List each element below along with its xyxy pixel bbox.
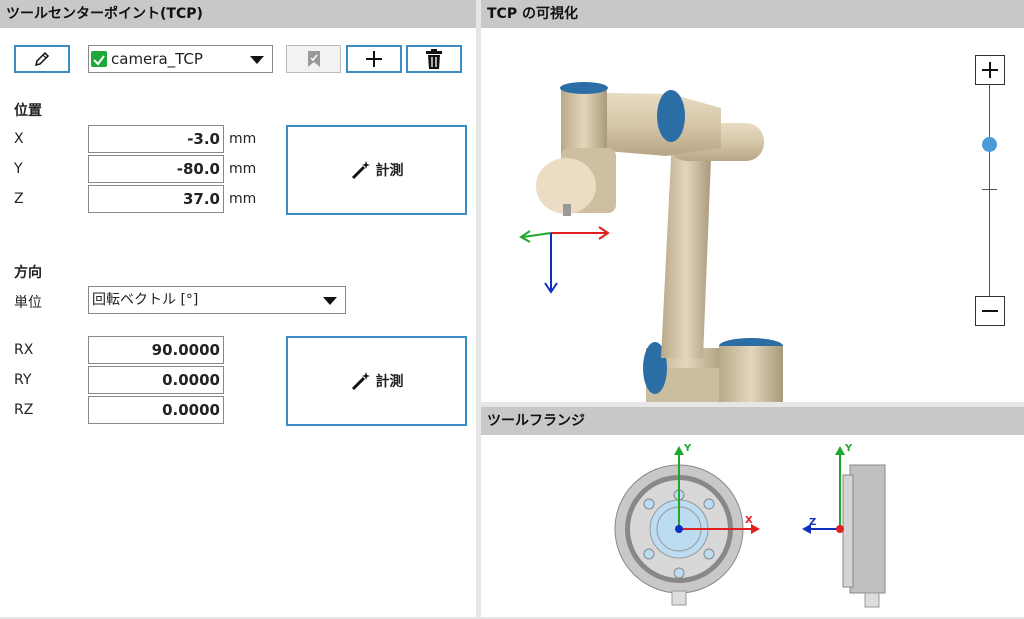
y-label: Y: [14, 161, 23, 177]
zoom-in-button[interactable]: [975, 55, 1005, 85]
orientation-unit-value: 回転ベクトル [°]: [92, 292, 199, 308]
magic-wand-icon: [351, 372, 370, 391]
panel-title: ツールセンターポイント(TCP): [0, 0, 476, 28]
unit-label: 単位: [14, 295, 42, 311]
x-input[interactable]: -3.0: [88, 125, 224, 153]
ry-input[interactable]: 0.0000: [88, 366, 224, 394]
z-label: Z: [14, 191, 24, 207]
zoom-slider-tick: [982, 189, 997, 190]
rx-label: RX: [14, 342, 34, 358]
robot-arm-3d-view[interactable]: [481, 28, 1024, 402]
rz-label: RZ: [14, 402, 34, 418]
zoom-out-button[interactable]: [975, 296, 1005, 326]
trash-icon: [426, 49, 442, 69]
magic-wand-icon: [351, 161, 370, 180]
measure-position-label: 計測: [375, 163, 404, 179]
z-input[interactable]: 37.0: [88, 185, 224, 213]
check-icon: [91, 51, 107, 67]
tcp-view-title: TCP の可視化: [481, 0, 1024, 28]
flange-diagram: X Y Z Y: [614, 443, 886, 608]
y-unit: mm: [229, 161, 257, 177]
measure-position-button[interactable]: 計測: [286, 125, 467, 215]
minus-icon: [982, 310, 998, 312]
x-unit: mm: [229, 131, 257, 147]
measure-orientation-button[interactable]: 計測: [286, 336, 467, 426]
tcp-select-value: camera_TCP: [111, 50, 203, 68]
rz-input[interactable]: 0.0000: [88, 396, 224, 424]
measure-orientation-label: 計測: [375, 374, 404, 390]
chevron-down-icon: [250, 56, 264, 64]
side-z-axis-label: Z: [809, 517, 816, 528]
tool-flange-panel: ツールフランジ X Y Z Y: [481, 407, 1024, 617]
delete-tcp-button[interactable]: [406, 45, 462, 73]
pencil-icon: [34, 51, 50, 67]
orientation-unit-select[interactable]: 回転ベクトル [°]: [88, 286, 346, 314]
zoom-slider-track[interactable]: [989, 85, 990, 296]
orientation-heading: 方向: [14, 265, 42, 281]
rename-button[interactable]: [14, 45, 70, 73]
rx-input[interactable]: 90.0000: [88, 336, 224, 364]
ry-label: RY: [14, 372, 32, 388]
front-y-axis-label: Y: [683, 443, 692, 454]
add-tcp-button[interactable]: [346, 45, 402, 73]
set-default-button[interactable]: [286, 45, 341, 73]
bookmark-icon: [307, 51, 320, 67]
tcp-settings-panel: ツールセンターポイント(TCP) camera_TCP 位置 X -3.0 mm…: [0, 0, 476, 617]
tcp-select[interactable]: camera_TCP: [88, 45, 273, 73]
tcp-visualization-panel: TCP の可視化: [481, 0, 1024, 402]
flange-title: ツールフランジ: [481, 407, 1024, 435]
front-x-axis-label: X: [745, 515, 753, 526]
plus-icon: [366, 51, 382, 67]
y-input[interactable]: -80.0: [88, 155, 224, 183]
x-label: X: [14, 131, 24, 147]
plus-icon: [982, 62, 998, 78]
zoom-slider-handle[interactable]: [982, 137, 997, 153]
chevron-down-icon: [323, 297, 337, 305]
z-unit: mm: [229, 191, 257, 207]
side-y-axis-label: Y: [844, 443, 853, 454]
position-heading: 位置: [14, 103, 42, 119]
